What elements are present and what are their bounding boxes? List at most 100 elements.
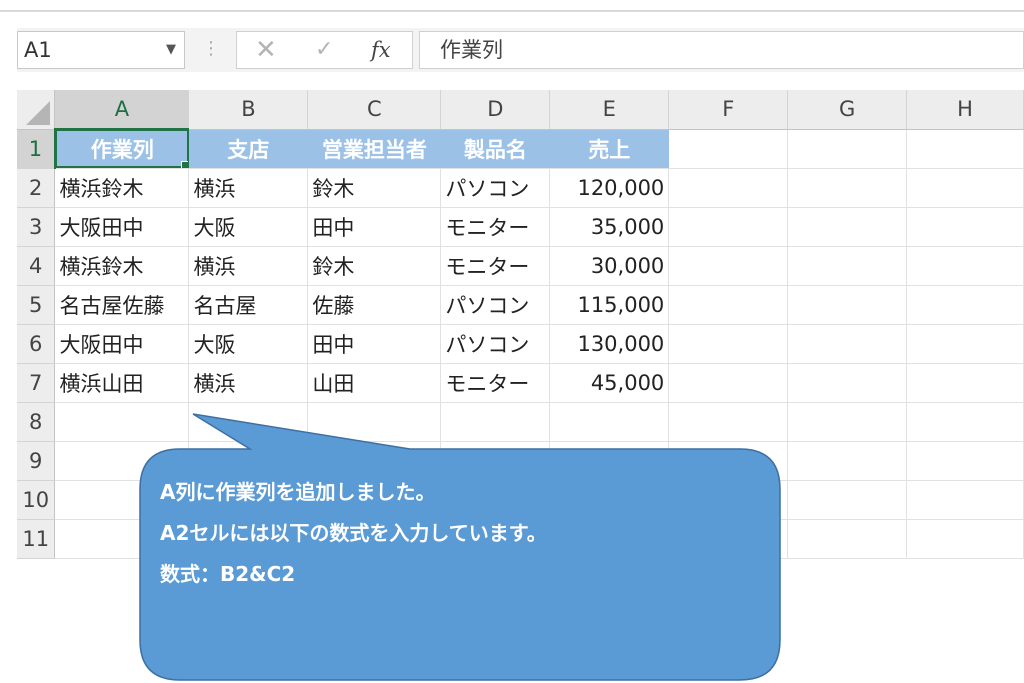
cancel-icon[interactable]: ✕ — [255, 32, 277, 68]
column-header-g[interactable]: G — [787, 90, 908, 130]
cell-g1[interactable] — [787, 129, 908, 169]
drag-handle-icon[interactable]: ⋮ — [202, 34, 220, 64]
cell-d8[interactable] — [440, 402, 551, 442]
cell-e4[interactable]: 30,000 — [549, 246, 670, 286]
cell-g7[interactable] — [787, 363, 908, 403]
cell-c5[interactable]: 佐藤 — [307, 285, 442, 325]
column-header-h[interactable]: H — [906, 90, 1024, 130]
cell-e2[interactable]: 120,000 — [549, 168, 670, 208]
cell-b8[interactable] — [188, 402, 309, 442]
cell-f2[interactable] — [668, 168, 789, 208]
chevron-down-icon[interactable]: ▼ — [166, 32, 176, 68]
cell-h2[interactable] — [906, 168, 1024, 208]
cell-h6[interactable] — [906, 324, 1024, 364]
cell-f5[interactable] — [668, 285, 789, 325]
cell-b6[interactable]: 大阪 — [188, 324, 309, 364]
callout-line-3: 数式：B2&C2 — [160, 562, 296, 586]
cell-d6[interactable]: パソコン — [440, 324, 551, 364]
cell-e5[interactable]: 115,000 — [549, 285, 670, 325]
enter-icon[interactable]: ✓ — [315, 32, 333, 68]
row-header-7[interactable]: 7 — [17, 363, 56, 403]
select-all-button[interactable] — [17, 90, 56, 130]
row-header-2[interactable]: 2 — [17, 168, 56, 208]
cell-c2[interactable]: 鈴木 — [307, 168, 442, 208]
cell-f6[interactable] — [668, 324, 789, 364]
column-header-a[interactable]: A — [54, 90, 190, 130]
column-header-d[interactable]: D — [440, 90, 551, 130]
cell-h1[interactable] — [906, 129, 1024, 169]
row-header-6[interactable]: 6 — [17, 324, 56, 364]
cell-f4[interactable] — [668, 246, 789, 286]
cell-d7[interactable]: モニター — [440, 363, 551, 403]
cell-h8[interactable] — [906, 402, 1024, 442]
cell-e7[interactable]: 45,000 — [549, 363, 670, 403]
cell-a3[interactable]: 大阪田中 — [54, 207, 190, 247]
cell-c7[interactable]: 山田 — [307, 363, 442, 403]
column-header-e[interactable]: E — [549, 90, 670, 130]
cell-a1[interactable]: 作業列 — [54, 129, 190, 169]
callout-line-1: A列に作業列を追加しました。 — [160, 480, 436, 504]
cell-b4[interactable]: 横浜 — [188, 246, 309, 286]
cell-d3[interactable]: モニター — [440, 207, 551, 247]
column-header-c[interactable]: C — [307, 90, 442, 130]
cell-f7[interactable] — [668, 363, 789, 403]
cell-a8[interactable] — [54, 402, 190, 442]
cell-e3[interactable]: 35,000 — [549, 207, 670, 247]
insert-function-icon[interactable]: fx — [371, 32, 391, 68]
cell-h10[interactable] — [906, 480, 1024, 520]
cell-f8[interactable] — [668, 402, 789, 442]
cell-g11[interactable] — [787, 519, 908, 559]
column-header-b[interactable]: B — [188, 90, 309, 130]
cell-b5[interactable]: 名古屋 — [188, 285, 309, 325]
cell-a2[interactable]: 横浜鈴木 — [54, 168, 190, 208]
formula-input[interactable]: 作業列 — [419, 31, 1024, 69]
row-header-11[interactable]: 11 — [17, 519, 56, 559]
cell-a6[interactable]: 大阪田中 — [54, 324, 190, 364]
cell-e6[interactable]: 130,000 — [549, 324, 670, 364]
cell-g4[interactable] — [787, 246, 908, 286]
row-header-10[interactable]: 10 — [17, 480, 56, 520]
row-header-1[interactable]: 1 — [17, 129, 56, 169]
row-header-9[interactable]: 9 — [17, 441, 56, 481]
row-header-4[interactable]: 4 — [17, 246, 56, 286]
cell-g6[interactable] — [787, 324, 908, 364]
cell-f1[interactable] — [668, 129, 789, 169]
cell-b2[interactable]: 横浜 — [188, 168, 309, 208]
cell-c8[interactable] — [307, 402, 442, 442]
cell-e8[interactable] — [549, 402, 670, 442]
cell-b7[interactable]: 横浜 — [188, 363, 309, 403]
cell-d4[interactable]: モニター — [440, 246, 551, 286]
cell-c6[interactable]: 田中 — [307, 324, 442, 364]
cell-h4[interactable] — [906, 246, 1024, 286]
cell-a7[interactable]: 横浜山田 — [54, 363, 190, 403]
cell-g3[interactable] — [787, 207, 908, 247]
cell-d1[interactable]: 製品名 — [440, 129, 551, 169]
cell-e1[interactable]: 売上 — [549, 129, 670, 169]
cell-f3[interactable] — [668, 207, 789, 247]
name-box-value: A1 — [24, 38, 52, 62]
cell-h5[interactable] — [906, 285, 1024, 325]
cell-b3[interactable]: 大阪 — [188, 207, 309, 247]
row-header-5[interactable]: 5 — [17, 285, 56, 325]
cell-h11[interactable] — [906, 519, 1024, 559]
cell-d5[interactable]: パソコン — [440, 285, 551, 325]
cell-b1[interactable]: 支店 — [188, 129, 309, 169]
cell-c1[interactable]: 営業担当者 — [307, 129, 442, 169]
cell-g2[interactable] — [787, 168, 908, 208]
cell-d2[interactable]: パソコン — [440, 168, 551, 208]
row-header-3[interactable]: 3 — [17, 207, 56, 247]
cell-h3[interactable] — [906, 207, 1024, 247]
name-box[interactable]: A1 ▼ — [17, 31, 185, 69]
row-header-8[interactable]: 8 — [17, 402, 56, 442]
cell-g5[interactable] — [787, 285, 908, 325]
cell-h7[interactable] — [906, 363, 1024, 403]
cell-a4[interactable]: 横浜鈴木 — [54, 246, 190, 286]
cell-c3[interactable]: 田中 — [307, 207, 442, 247]
cell-g8[interactable] — [787, 402, 908, 442]
cell-g9[interactable] — [787, 441, 908, 481]
cell-c4[interactable]: 鈴木 — [307, 246, 442, 286]
cell-a5[interactable]: 名古屋佐藤 — [54, 285, 190, 325]
cell-g10[interactable] — [787, 480, 908, 520]
column-header-f[interactable]: F — [668, 90, 789, 130]
cell-h9[interactable] — [906, 441, 1024, 481]
